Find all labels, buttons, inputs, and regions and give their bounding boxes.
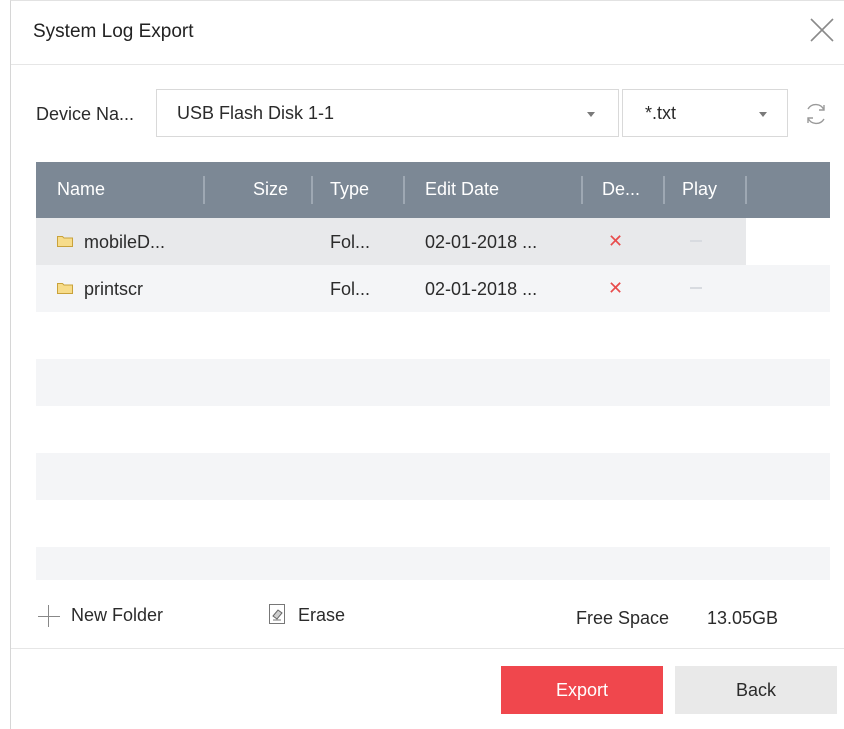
row-type: Fol... [330,232,371,252]
system-log-export-dialog: System Log Export Device Na... USB Flash… [10,0,844,729]
folder-icon [57,283,73,294]
column-divider[interactable] [745,176,747,204]
device-select-value: USB Flash Disk 1-1 [177,103,335,123]
play-disabled-icon [690,287,702,289]
close-icon[interactable] [805,13,839,47]
empty-row [36,406,830,453]
empty-row [36,312,830,359]
divider [11,648,844,649]
file-table: Name Size Type Edit Date De... Play mobi… [36,162,830,580]
erase-icon [269,604,285,624]
col-play[interactable]: Play [682,179,717,200]
table-row[interactable]: printscr Fol... 02-01-2018 ... ✕ [36,265,830,312]
chevron-down-icon [587,112,595,117]
empty-row [36,547,830,580]
row-type: Fol... [330,279,371,299]
export-button[interactable]: Export [501,666,663,714]
row-edit-date: 02-01-2018 ... [425,232,538,252]
plus-icon [38,605,60,627]
column-divider[interactable] [663,176,665,204]
empty-row [36,453,830,500]
play-disabled-icon [690,240,702,242]
file-type-value: *.txt [645,103,677,123]
dialog-title: System Log Export [33,21,194,42]
row-name: printscr [84,279,144,299]
device-name-label: Device Na... [36,104,135,124]
table-body: mobileD... Fol... 02-01-2018 ... ✕ print… [36,218,830,580]
col-name[interactable]: Name [57,179,105,200]
col-type[interactable]: Type [330,179,369,200]
column-divider[interactable] [311,176,313,204]
col-size[interactable]: Size [253,179,288,200]
file-type-select[interactable]: *.txt [622,89,788,137]
refresh-icon[interactable] [803,101,829,127]
free-space-value: 13.05GB [707,608,779,628]
empty-row [36,359,830,406]
table-header: Name Size Type Edit Date De... Play [36,162,830,218]
device-select[interactable]: USB Flash Disk 1-1 [156,89,619,137]
chevron-down-icon [759,112,767,117]
col-delete[interactable]: De... [602,179,640,200]
column-divider[interactable] [581,176,583,204]
delete-icon[interactable]: ✕ [608,231,623,252]
delete-icon[interactable]: ✕ [608,278,623,299]
new-folder-label: New Folder [71,605,164,625]
row-edit-date: 02-01-2018 ... [425,279,538,299]
column-divider[interactable] [403,176,405,204]
file-tools: New Folder Erase Free Space 13.05GB [11,599,844,639]
device-row: Device Na... USB Flash Disk 1-1 *.txt [11,87,844,139]
table-row[interactable]: mobileD... Fol... 02-01-2018 ... ✕ [36,218,830,265]
column-divider[interactable] [203,176,205,204]
row-name: mobileD... [84,232,166,252]
title-bar: System Log Export [11,1,844,65]
erase-label: Erase [298,605,346,625]
back-button[interactable]: Back [675,666,837,714]
col-edit-date[interactable]: Edit Date [425,179,499,200]
empty-row [36,500,830,547]
folder-icon [57,236,73,247]
free-space-label: Free Space [576,608,670,628]
